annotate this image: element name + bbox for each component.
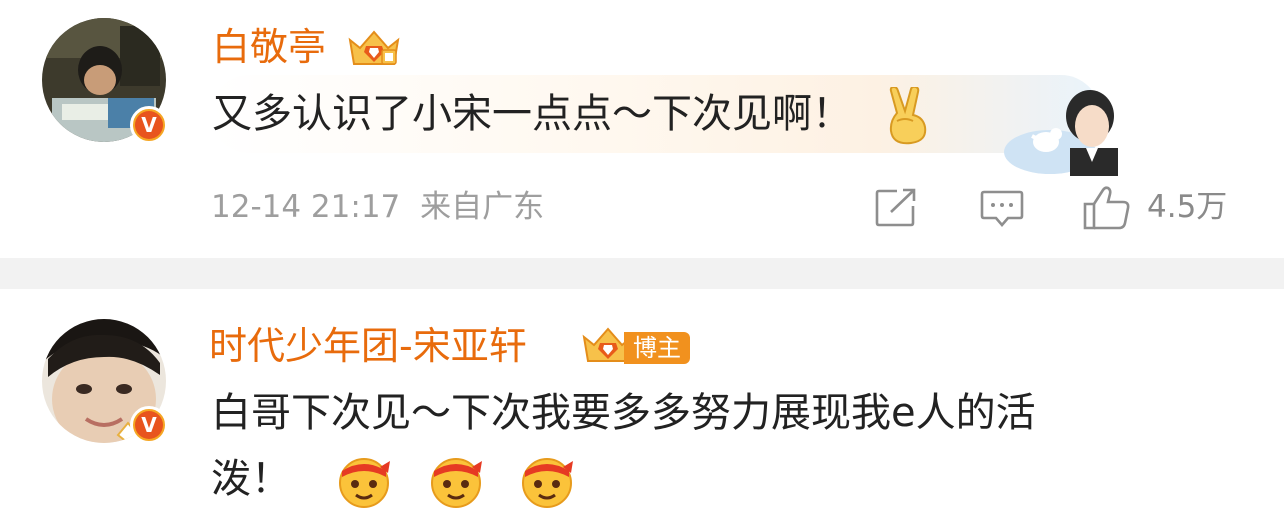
share-icon[interactable] <box>875 188 917 228</box>
comment-text-line1: 白哥下次见～下次我要多多努力展现我e人的活 <box>211 390 1036 436</box>
comment-text-line2: 泼！ <box>211 449 575 509</box>
like-count: 4.5万 <box>1147 189 1228 225</box>
blogger-badge: 博主 <box>624 332 690 364</box>
comment-text: 又多认识了小宋一点点～下次见啊！ <box>212 84 933 145</box>
username[interactable]: 时代少年团-宋亚轩 <box>209 323 527 369</box>
comment-item: V 白敬亭 又多认识了小宋一点点～下次见啊！ 12-14 21:17 来自广东 <box>0 0 1284 258</box>
crown-badge-icon <box>348 30 400 65</box>
victory-hand-icon <box>889 87 926 145</box>
timestamp: 12-14 21:17 <box>211 189 401 225</box>
fighting-face-icon <box>339 458 391 508</box>
verified-badge: V <box>130 106 168 144</box>
comment-icon[interactable] <box>980 189 1024 229</box>
fighting-face-icon <box>522 458 574 508</box>
comment-meta: 12-14 21:17 来自广东 <box>211 187 544 227</box>
location: 来自广东 <box>420 189 545 225</box>
fighting-face-icon <box>430 458 482 508</box>
decorative-sticker-icon <box>1004 90 1118 176</box>
comment-divider <box>0 258 1284 289</box>
comment-item: V 时代少年团-宋亚轩 博主 白哥下次见～下次我要多多努力展现我e人的活 泼！ <box>0 289 1284 522</box>
verified-badge: V <box>130 406 168 444</box>
like-icon[interactable] <box>1083 186 1131 230</box>
username[interactable]: 白敬亭 <box>212 24 326 70</box>
